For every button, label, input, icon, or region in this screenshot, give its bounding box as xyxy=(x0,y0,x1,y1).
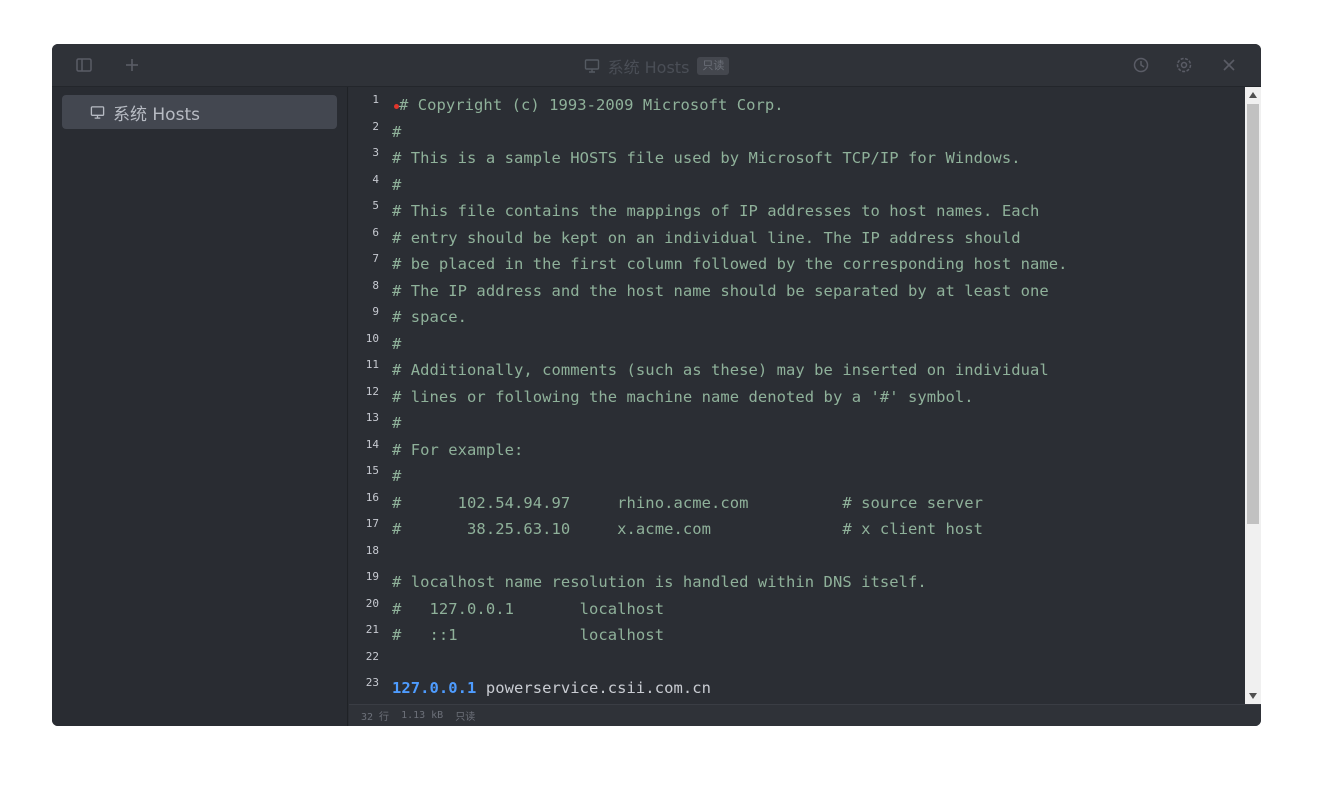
line-number: 3 xyxy=(372,146,379,159)
line-number: 21 xyxy=(365,623,379,636)
title-bar: 系统 Hosts 只读 xyxy=(52,44,1261,87)
monitor-icon xyxy=(90,105,105,120)
line-number: 1 xyxy=(372,93,379,106)
line-number: 5 xyxy=(372,199,379,212)
line-text: # xyxy=(392,122,402,141)
line-text: # be placed in the first column followed… xyxy=(392,255,1068,273)
line-text: # xyxy=(392,175,402,194)
hosts-window: 系统 Hosts 只读 系统 Hosts 1 # Copyright (c) 19… xyxy=(52,44,1261,726)
code-line: 12 # lines or following the machine name … xyxy=(349,383,1249,410)
code-line: 17 # 38.25.63.10 x.acme.com # x client ho… xyxy=(349,515,1249,542)
line-text: # ::1 localhost xyxy=(392,626,665,644)
code-line: 2 # xyxy=(349,118,1249,145)
readonly-badge: 只读 xyxy=(697,57,730,75)
code-line: 1 # Copyright (c) 1993-2009 Microsoft Cor… xyxy=(349,91,1249,118)
line-number: 13 xyxy=(365,411,379,424)
ip-address: 127.0.0.1 xyxy=(392,679,477,697)
code-line: 13 # xyxy=(349,409,1249,436)
line-text: # 127.0.0.1 localhost xyxy=(392,599,665,618)
line-text: # xyxy=(392,414,402,432)
line-text: # localhost name resolution is handled w… xyxy=(392,573,927,591)
sidebar-item-system-hosts[interactable]: 系统 Hosts xyxy=(62,95,337,129)
code-line: 21 # ::1 localhost xyxy=(349,621,1249,648)
code-line: 10 # xyxy=(349,330,1249,357)
vertical-scrollbar[interactable] xyxy=(1245,87,1261,704)
sidebar: 系统 Hosts xyxy=(52,87,348,726)
code-line: 20 # 127.0.0.1 localhost xyxy=(349,595,1249,622)
line-number: 12 xyxy=(365,384,379,398)
line-number: 7 xyxy=(372,252,379,265)
code-line: 16 # 102.54.94.97 rhino.acme.com # source… xyxy=(349,489,1249,516)
line-number: 17 xyxy=(365,517,379,530)
code-line: 18 xyxy=(349,542,1249,569)
scroll-down-arrow-icon[interactable] xyxy=(1245,688,1261,704)
line-text: # The IP address and the host name shoul… xyxy=(392,281,1049,300)
line-text: # xyxy=(392,467,402,485)
line-number: 20 xyxy=(365,596,379,610)
cursor-marker xyxy=(394,104,399,109)
line-count: 32 行 xyxy=(361,712,390,723)
line-text: 127.0.0.1 powerservice.csii.com.cn xyxy=(392,679,711,697)
line-number: 8 xyxy=(372,278,379,292)
line-number: 16 xyxy=(365,490,379,504)
status-bar: 32 行 1.13 kB 只读 xyxy=(349,704,1261,726)
line-number: 10 xyxy=(365,331,379,345)
host-name: powerservice.csii.com.cn xyxy=(476,679,711,697)
monitor-icon xyxy=(584,58,600,74)
line-number: 14 xyxy=(365,437,379,451)
line-text: # For example: xyxy=(392,440,524,459)
scrollbar-thumb[interactable] xyxy=(1247,104,1259,524)
readonly-status: 只读 xyxy=(455,712,476,723)
line-number: 4 xyxy=(372,172,379,186)
code-line: 9 # space. xyxy=(349,303,1249,330)
line-text: # Additionally, comments (such as these)… xyxy=(392,361,1049,379)
line-text: # This is a sample HOSTS file used by Mi… xyxy=(392,149,1021,167)
code-line: 4 # xyxy=(349,171,1249,198)
file-size: 1.13 kB xyxy=(401,710,444,721)
code-line: 14 # For example: xyxy=(349,436,1249,463)
line-text: # space. xyxy=(392,308,468,326)
code-line: 7 # be placed in the first column followe… xyxy=(349,250,1249,277)
code-line: 8 # The IP address and the host name shou… xyxy=(349,277,1249,304)
code-editor[interactable]: 1 # Copyright (c) 1993-2009 Microsoft Cor… xyxy=(349,87,1261,704)
line-number: 22 xyxy=(365,649,379,663)
code-line: 23 127.0.0.1 powerservice.csii.com.cn xyxy=(349,674,1249,701)
line-number: 15 xyxy=(365,464,379,477)
code-line: 15 # xyxy=(349,462,1249,489)
line-text: # xyxy=(392,334,402,353)
line-number: 23 xyxy=(365,676,379,689)
close-icon[interactable] xyxy=(1220,56,1238,74)
window-title-text: 系统 Hosts xyxy=(607,58,690,77)
line-text: # Copyright (c) 1993-2009 Microsoft Corp… xyxy=(399,96,784,114)
code-line: 11 # Additionally, comments (such as thes… xyxy=(349,356,1249,383)
code-line: 19 # localhost name resolution is handled… xyxy=(349,568,1249,595)
scroll-up-arrow-icon[interactable] xyxy=(1245,87,1261,103)
gear-icon[interactable] xyxy=(1175,56,1193,74)
history-icon[interactable] xyxy=(1132,56,1150,74)
line-text: # This file contains the mappings of IP … xyxy=(392,202,1040,220)
line-text: # entry should be kept on an individual … xyxy=(392,228,1021,247)
code-line: 3 # This is a sample HOSTS file used by M… xyxy=(349,144,1249,171)
code-line: 22 xyxy=(349,648,1249,675)
line-number: 2 xyxy=(372,119,379,133)
line-number: 18 xyxy=(365,543,379,557)
code-line: 5 # This file contains the mappings of IP… xyxy=(349,197,1249,224)
line-text: # 102.54.94.97 rhino.acme.com # source s… xyxy=(392,493,984,512)
sidebar-item-label: 系统 Hosts xyxy=(113,104,200,125)
line-number: 19 xyxy=(365,570,379,583)
line-text: # 38.25.63.10 x.acme.com # x client host xyxy=(392,520,984,538)
window-title: 系统 Hosts 只读 xyxy=(52,55,1261,77)
line-number: 11 xyxy=(365,358,379,371)
line-number: 6 xyxy=(372,225,379,239)
line-number: 9 xyxy=(372,305,379,318)
line-text: # lines or following the machine name de… xyxy=(392,387,974,406)
code-line: 6 # entry should be kept on an individual… xyxy=(349,224,1249,251)
